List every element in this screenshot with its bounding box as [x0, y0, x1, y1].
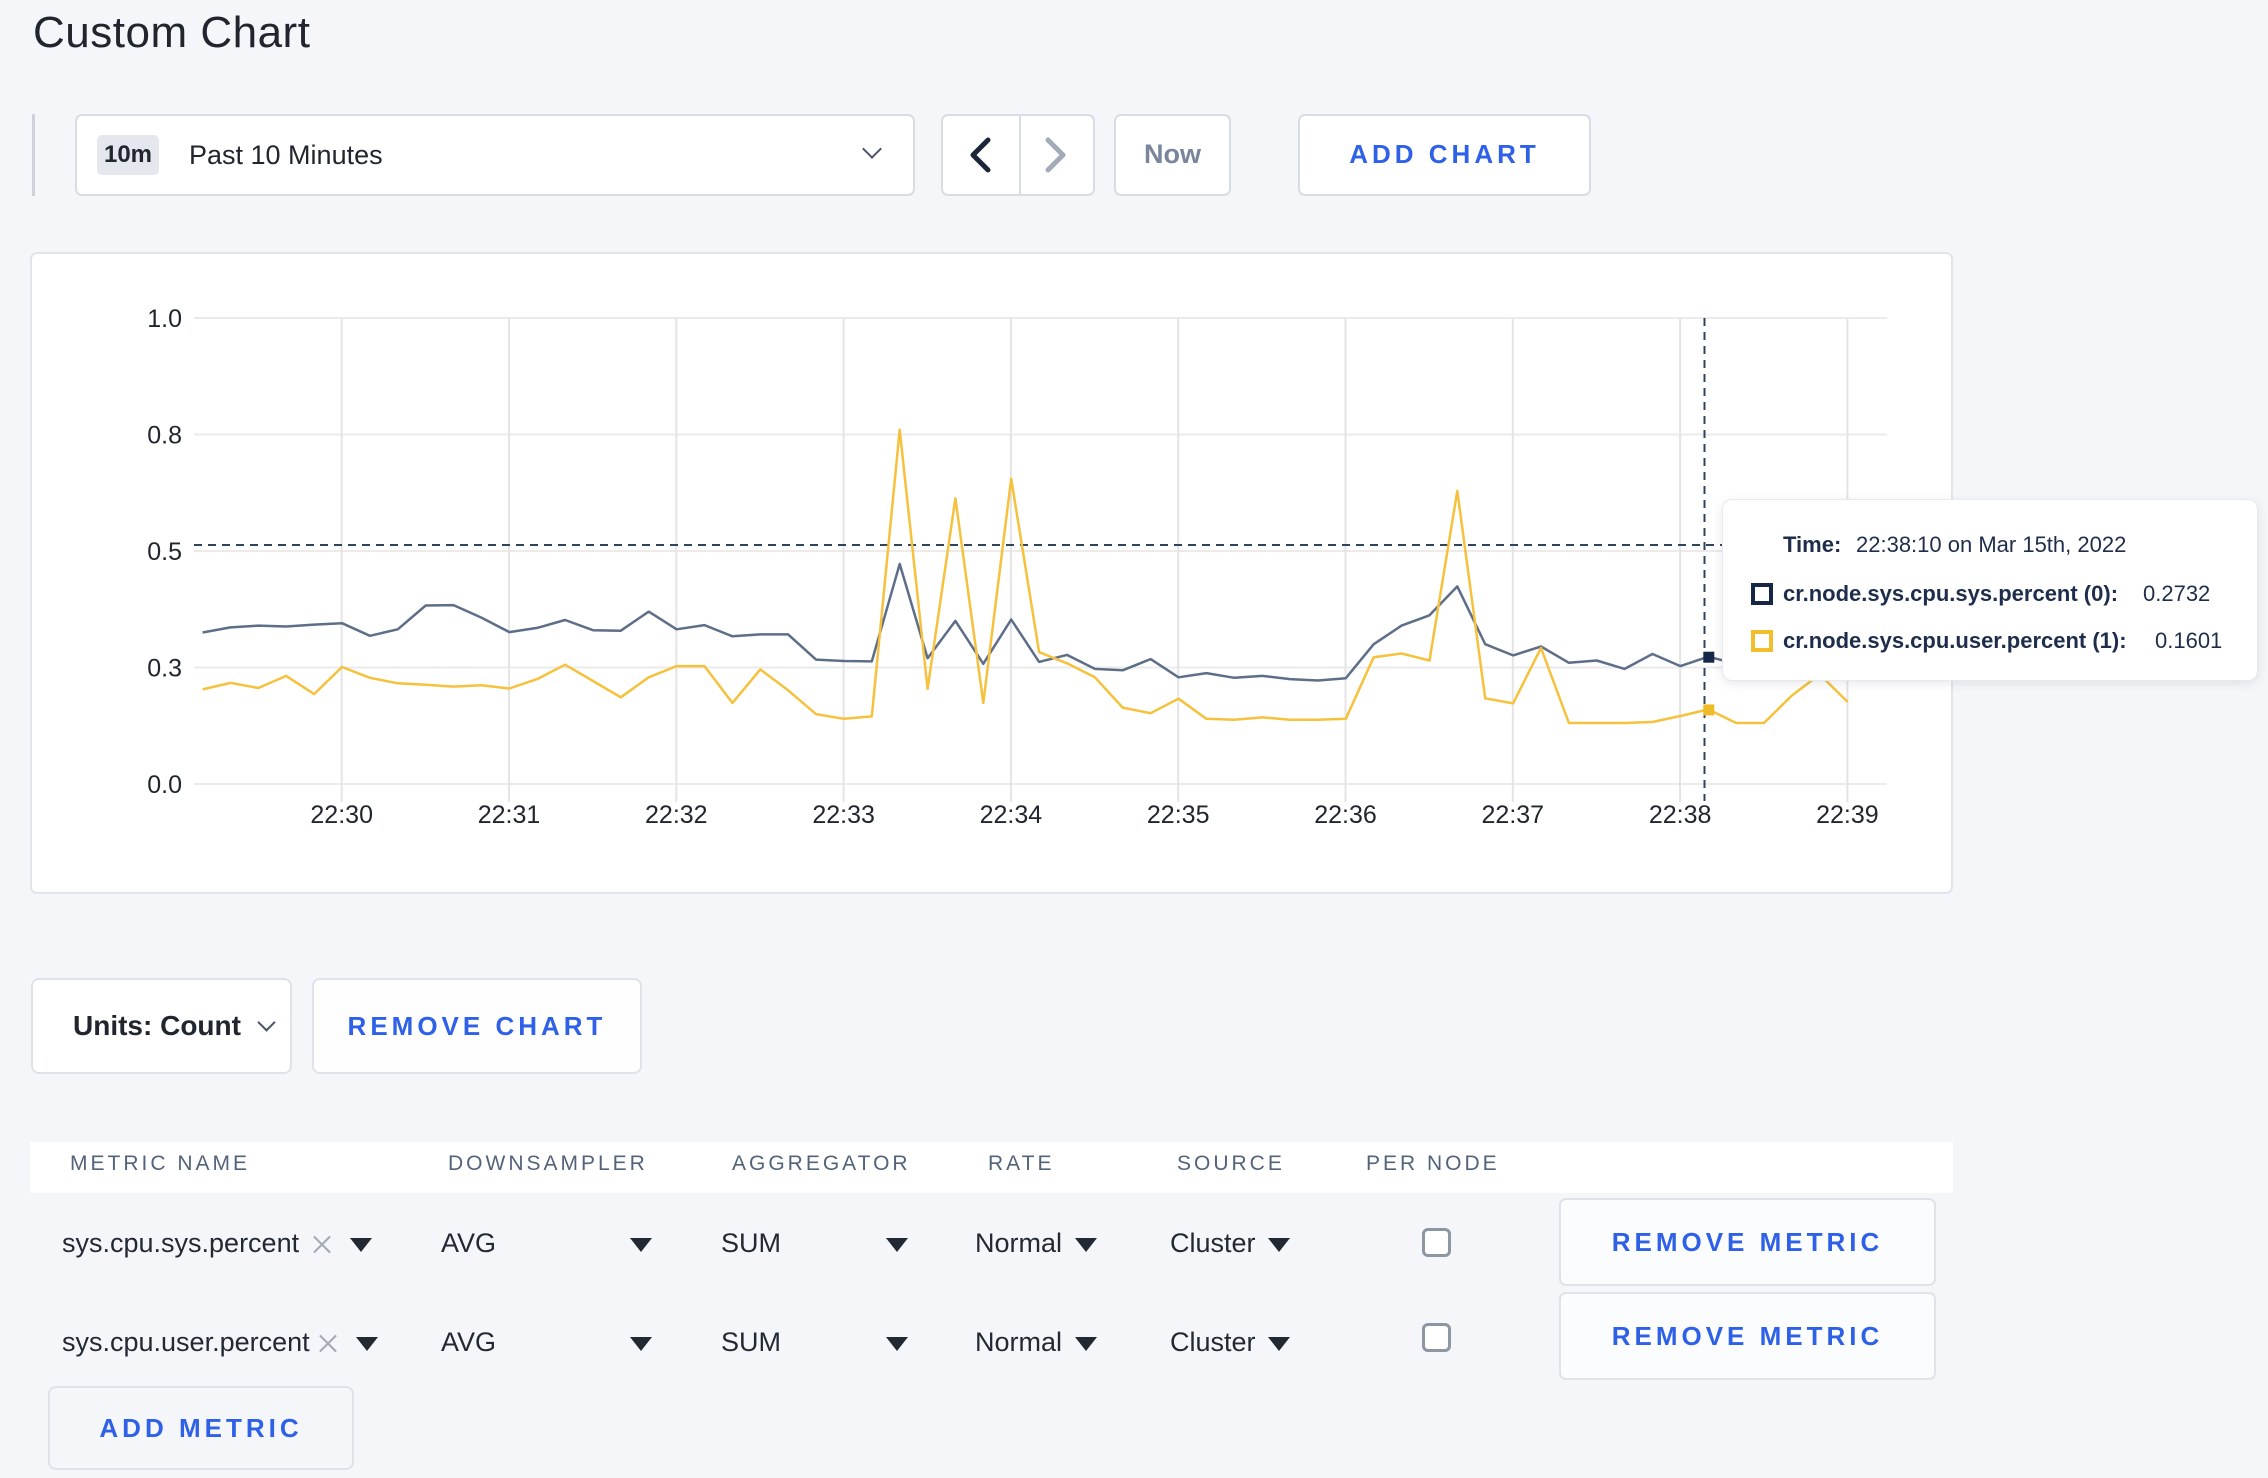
svg-text:22:30: 22:30 [310, 801, 373, 829]
svg-text:0.5: 0.5 [147, 538, 182, 566]
svg-text:22:32: 22:32 [645, 801, 708, 829]
svg-text:22:33: 22:33 [812, 801, 875, 829]
svg-text:0.8: 0.8 [147, 422, 182, 450]
svg-text:22:34: 22:34 [980, 801, 1043, 829]
svg-text:22:38: 22:38 [1649, 801, 1712, 829]
svg-text:22:39: 22:39 [1816, 801, 1879, 829]
svg-text:1.0: 1.0 [147, 305, 182, 333]
svg-text:0.0: 0.0 [147, 771, 182, 799]
svg-text:22:31: 22:31 [478, 801, 541, 829]
svg-text:22:36: 22:36 [1314, 801, 1377, 829]
svg-text:22:35: 22:35 [1147, 801, 1210, 829]
svg-text:22:37: 22:37 [1482, 801, 1545, 829]
svg-text:0.3: 0.3 [147, 655, 182, 683]
